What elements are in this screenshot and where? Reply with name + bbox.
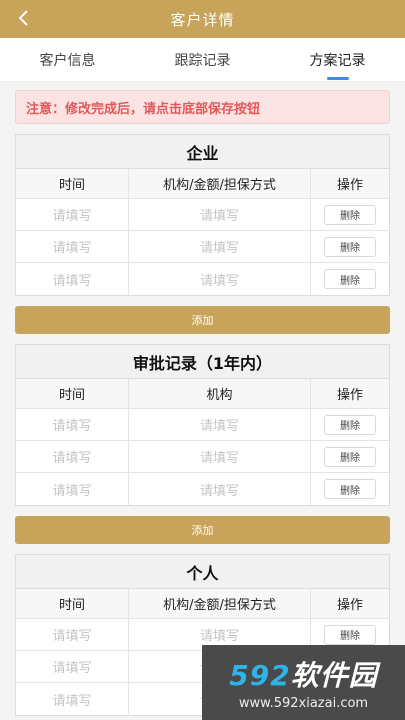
time-input[interactable]: 请填写 [16, 683, 129, 715]
tab-customer-info[interactable]: 客户信息 [30, 50, 106, 70]
table-row: 请填写 请填写 删除 [16, 231, 389, 263]
detail-input[interactable]: 请填写 [129, 231, 311, 262]
table-row: 请填写 请填写 删除 [16, 441, 389, 473]
tab-tracking-records[interactable]: 跟踪记录 [165, 50, 241, 70]
section-title: 个人 [16, 555, 389, 589]
table-row: 请填写 请填写 删除 [16, 409, 389, 441]
time-input[interactable]: 请填写 [16, 651, 129, 682]
header-time: 时间 [16, 169, 129, 198]
time-input[interactable]: 请填写 [16, 199, 129, 230]
delete-button[interactable]: 删除 [324, 446, 376, 467]
approval-table: 审批记录（1年内） 时间 机构 操作 请填写 请填写 删除 请填写 请填写 删除… [15, 344, 390, 506]
header-institution: 机构 [129, 379, 311, 408]
time-input[interactable]: 请填写 [16, 441, 129, 472]
header-action: 操作 [336, 598, 363, 613]
header-time: 时间 [16, 379, 129, 408]
time-input[interactable]: 请填写 [16, 409, 129, 440]
watermark-logo: 592软件园 www.592xiazai.com [202, 645, 405, 720]
time-input[interactable]: 请填写 [16, 231, 129, 262]
section-title: 审批记录（1年内） [16, 345, 389, 379]
time-input[interactable]: 请填写 [16, 619, 129, 650]
section-enterprise: 企业 时间 机构/金额/担保方式 操作 请填写 请填写 删除 请填写 请填写 删… [15, 134, 390, 334]
header-detail: 机构/金额/担保方式 [129, 169, 311, 198]
institution-input[interactable]: 请填写 [129, 473, 311, 505]
enterprise-table: 企业 时间 机构/金额/担保方式 操作 请填写 请填写 删除 请填写 请填写 删… [15, 134, 390, 296]
tab-bar: 客户信息 跟踪记录 方案记录 [0, 38, 405, 82]
delete-button[interactable]: 删除 [324, 624, 376, 645]
delete-button[interactable]: 删除 [324, 479, 376, 499]
page-title: 客户详情 [170, 10, 235, 29]
time-input[interactable]: 请填写 [16, 473, 129, 505]
add-button[interactable]: 添加 [15, 516, 390, 544]
table-header-row: 时间 机构/金额/担保方式 操作 [16, 169, 389, 199]
delete-button[interactable]: 删除 [324, 269, 376, 289]
tab-plan-records-label: 方案记录 [309, 52, 366, 69]
top-bar: 客户详情 [0, 0, 405, 38]
active-tab-indicator [326, 76, 349, 80]
back-icon[interactable] [10, 4, 38, 32]
time-input[interactable]: 请填写 [16, 263, 129, 295]
section-approval-records: 审批记录（1年内） 时间 机构 操作 请填写 请填写 删除 请填写 请填写 删除… [15, 344, 390, 544]
watermark-url: www.592xiazai.com [238, 696, 369, 711]
detail-input[interactable]: 请填写 [129, 199, 311, 230]
watermark-text: 软件园 [290, 659, 378, 692]
watermark-number: 592 [229, 659, 291, 692]
table-row: 请填写 请填写 删除 [16, 199, 389, 231]
add-button[interactable]: 添加 [15, 306, 390, 334]
table-row: 请填写 请填写 删除 [16, 263, 389, 295]
delete-button[interactable]: 删除 [324, 204, 376, 225]
table-row: 请填写 请填写 删除 [16, 473, 389, 505]
header-time: 时间 [16, 589, 129, 618]
tab-plan-records[interactable]: 方案记录 [300, 50, 376, 80]
header-action: 操作 [336, 388, 363, 403]
delete-button[interactable]: 删除 [324, 414, 376, 435]
delete-button[interactable]: 删除 [324, 236, 376, 257]
notice-banner: 注意：修改完成后，请点击底部保存按钮 [15, 90, 390, 124]
section-title: 企业 [16, 135, 389, 169]
institution-input[interactable]: 请填写 [129, 409, 311, 440]
main-content: 注意：修改完成后，请点击底部保存按钮 企业 时间 机构/金额/担保方式 操作 请… [0, 82, 405, 716]
detail-input[interactable]: 请填写 [129, 263, 311, 295]
table-header-row: 时间 机构 操作 [16, 379, 389, 409]
header-detail: 机构/金额/担保方式 [129, 589, 311, 618]
header-action: 操作 [336, 178, 363, 193]
institution-input[interactable]: 请填写 [129, 441, 311, 472]
watermark-brand: 592软件园 [229, 654, 377, 694]
table-header-row: 时间 机构/金额/担保方式 操作 [16, 589, 389, 619]
